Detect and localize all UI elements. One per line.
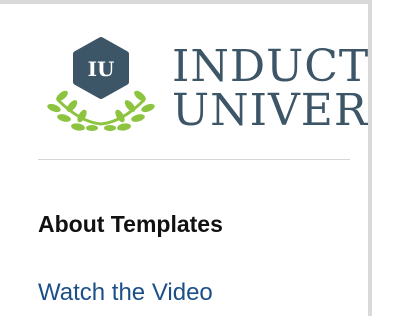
inductive-university-logo[interactable]: IU INDUCTIVE UNIVERSITY [46, 36, 370, 136]
section-heading: About Templates [38, 211, 223, 237]
logo-line-1: INDUCTIVE [172, 41, 370, 92]
divider [38, 159, 350, 160]
logo-line-2: UNIVERSITY [172, 85, 368, 136]
sidebar-panel: IU INDUCTIVE UNIVERSITY About Templat [0, 0, 372, 316]
logo-badge-text: IU [88, 57, 115, 81]
iu-hexagon-leaf-icon: IU [47, 37, 155, 131]
watch-video-link[interactable]: Watch the Video [38, 278, 213, 308]
logo-wordmark: INDUCTIVE UNIVERSITY [172, 41, 370, 136]
